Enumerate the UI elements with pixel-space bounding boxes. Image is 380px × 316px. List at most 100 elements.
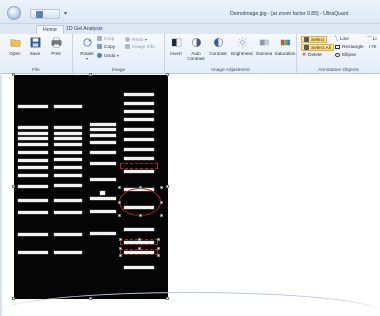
resize-handle[interactable] <box>118 201 121 204</box>
resize-handle[interactable] <box>119 254 122 257</box>
open-button[interactable]: Open <box>6 36 24 64</box>
select-button[interactable]: Select <box>301 36 328 43</box>
gel-band <box>124 148 154 151</box>
resize-handle[interactable] <box>139 214 142 217</box>
crop-button[interactable]: Crop <box>97 36 114 43</box>
saturation-button[interactable]: Saturation <box>274 36 296 64</box>
gel-band <box>90 210 116 213</box>
gamma-button[interactable]: Gamma <box>255 36 273 64</box>
resize-handle[interactable] <box>12 185 15 188</box>
ellipse-annotation[interactable] <box>119 188 161 216</box>
redo-button[interactable]: Redo ▾ <box>125 36 147 43</box>
gel-band <box>18 174 48 177</box>
print-button[interactable]: Print <box>47 36 65 64</box>
delete-button[interactable]: ✕ Delete <box>302 52 322 59</box>
rotate-icon <box>82 38 92 47</box>
saturation-icon <box>280 39 290 46</box>
contrast-label: Contrast <box>209 51 227 56</box>
resize-handle[interactable] <box>157 238 160 241</box>
resize-handle[interactable] <box>139 186 142 189</box>
overflow-tool-top-label: Li <box>372 37 377 42</box>
crop-label: Crop <box>104 37 115 42</box>
save-icon[interactable] <box>36 11 43 18</box>
image-info-button[interactable]: Image Info <box>125 44 155 51</box>
line-button[interactable]: ╲ Line <box>335 36 349 43</box>
application-menu-button[interactable] <box>7 6 21 20</box>
resize-handle[interactable] <box>160 201 163 204</box>
resize-handle[interactable] <box>166 185 169 188</box>
rotate-button[interactable]: Rotate ▾ <box>79 36 95 64</box>
resize-handle[interactable] <box>157 247 160 250</box>
gel-band <box>54 137 82 140</box>
quick-access-toolbar[interactable] <box>30 9 60 19</box>
redo-dropdown-chevron: ▾ <box>144 37 147 42</box>
copy-button[interactable]: Copy <box>97 44 115 51</box>
invert-icon <box>171 38 181 47</box>
resize-handle[interactable] <box>166 73 169 76</box>
auto-contrast-button[interactable]: Auto Contrast <box>186 36 206 64</box>
select-all-label: Select All <box>311 46 331 51</box>
auto-contrast-icon <box>191 38 201 47</box>
line-label: Line <box>339 37 349 42</box>
brightness-button[interactable]: Brightness <box>231 36 253 64</box>
curve-icon: ⌒ <box>367 37 372 42</box>
rectangle-annotation[interactable] <box>120 163 158 169</box>
ellipse-label: Ellipse <box>342 53 357 58</box>
tab-1d-gel-analysis[interactable]: 1D Gel Analysis <box>60 25 109 34</box>
image-info-icon <box>125 44 130 49</box>
select-label: Select <box>311 38 325 43</box>
invert-button[interactable]: Invert <box>167 36 185 64</box>
gel-band <box>90 134 116 137</box>
ellipse-button[interactable]: Ellipse <box>335 52 356 59</box>
gel-band <box>54 184 82 187</box>
gel-band <box>18 185 48 188</box>
group-label-file: File <box>32 68 40 73</box>
gel-band <box>124 266 154 269</box>
resize-handle[interactable] <box>119 238 122 241</box>
overflow-tool-mid[interactable]: ITe <box>369 44 376 51</box>
resize-handle[interactable] <box>157 254 160 257</box>
gel-band <box>124 110 154 113</box>
rectangle-button[interactable]: Rectangle <box>335 44 364 51</box>
crop-icon <box>97 36 102 41</box>
gel-band <box>18 159 48 162</box>
select-all-button[interactable]: Select All <box>301 44 334 51</box>
resize-handle[interactable] <box>118 214 121 217</box>
invert-label: Invert <box>170 51 182 56</box>
gel-band <box>90 141 116 144</box>
resize-handle[interactable] <box>138 238 141 241</box>
window-title: DemoImage.jpg - [at zoom factor 0.85] - … <box>230 11 349 17</box>
rectangle-label: Rectangle <box>342 45 364 50</box>
resize-handle[interactable] <box>160 214 163 217</box>
app-window: ▾ DemoImage.jpg - [at zoom factor 0.85] … <box>0 0 380 316</box>
gel-band <box>124 118 154 121</box>
image-canvas[interactable] <box>0 73 380 316</box>
printer-icon <box>51 37 61 48</box>
contrast-icon <box>213 38 223 47</box>
brightness-icon <box>236 37 248 48</box>
delete-label: Delete <box>308 53 322 58</box>
gel-band <box>54 132 82 135</box>
gamma-label: Gamma <box>255 51 273 56</box>
gel-band <box>90 128 116 131</box>
ribbon-group-file: Open Save Print File <box>0 34 73 74</box>
resize-handle[interactable] <box>12 73 15 76</box>
resize-handle[interactable] <box>118 186 121 189</box>
gel-band <box>54 143 82 146</box>
save-button[interactable]: Save <box>26 36 44 64</box>
undo-button[interactable]: Undo ▾ <box>97 52 119 59</box>
gel-image[interactable] <box>12 73 169 300</box>
gel-band <box>124 228 154 231</box>
resize-handle[interactable] <box>12 297 15 300</box>
resize-handle[interactable] <box>119 247 122 250</box>
save-label: Save <box>29 51 41 56</box>
resize-handle[interactable] <box>160 186 163 189</box>
gel-band <box>54 199 82 202</box>
resize-handle[interactable] <box>89 73 92 76</box>
gel-band <box>54 211 82 214</box>
quick-access-dropdown[interactable]: ▾ <box>64 10 67 17</box>
contrast-button[interactable]: Contrast <box>208 36 228 64</box>
group-label-image: Image <box>111 68 126 73</box>
overflow-tool-top[interactable]: ⌒Li <box>367 36 377 43</box>
resize-handle[interactable] <box>138 247 141 250</box>
